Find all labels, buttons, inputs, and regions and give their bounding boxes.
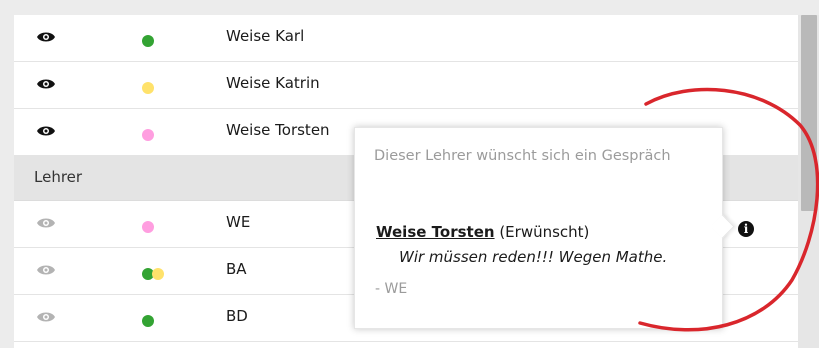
request-status: (Erwünscht) xyxy=(499,223,590,241)
row-name: BD xyxy=(226,307,248,325)
eye-icon[interactable] xyxy=(36,309,56,325)
eye-icon[interactable] xyxy=(36,215,56,231)
status-dots xyxy=(142,315,154,327)
eye-icon[interactable] xyxy=(36,29,56,45)
popover-title: Dieser Lehrer wünscht sich ein Gespräch xyxy=(374,148,671,164)
list-item[interactable]: Weise Katrin xyxy=(14,62,798,109)
left-band xyxy=(0,0,14,348)
row-name: Weise Katrin xyxy=(226,74,320,92)
row-name: WE xyxy=(226,213,251,231)
message-popover: Dieser Lehrer wünscht sich ein Gespräch … xyxy=(354,127,735,329)
eye-icon[interactable] xyxy=(36,123,56,139)
status-dots xyxy=(142,268,164,280)
status-dots xyxy=(142,35,154,47)
status-dots xyxy=(142,82,154,94)
status-dot-green xyxy=(142,35,154,47)
eye-icon[interactable] xyxy=(36,262,56,278)
requester-name-link[interactable]: Weise Torsten xyxy=(376,223,495,241)
eye-icon[interactable] xyxy=(36,76,56,92)
top-band xyxy=(0,0,819,15)
popover-entry: Weise Torsten (Erwünscht) xyxy=(376,223,589,241)
scrollbar-thumb[interactable] xyxy=(801,15,817,211)
status-dot-green xyxy=(142,315,154,327)
row-name: Weise Torsten xyxy=(226,121,330,139)
status-dot-yellow xyxy=(152,268,164,280)
info-icon[interactable]: i xyxy=(738,221,754,237)
scrollbar[interactable] xyxy=(798,15,819,348)
message-author: - WE xyxy=(375,281,408,297)
list-item[interactable]: Weise Karl xyxy=(14,15,798,62)
message-text: Wir müssen reden!!! Wegen Mathe. xyxy=(399,248,668,266)
row-name: Weise Karl xyxy=(226,27,305,45)
row-name: BA xyxy=(226,260,247,278)
status-dot-pink xyxy=(142,129,154,141)
status-dot-yellow xyxy=(142,82,154,94)
status-dots xyxy=(142,221,154,233)
status-dot-pink xyxy=(142,221,154,233)
section-label: Lehrer xyxy=(34,168,83,186)
status-dots xyxy=(142,129,154,141)
